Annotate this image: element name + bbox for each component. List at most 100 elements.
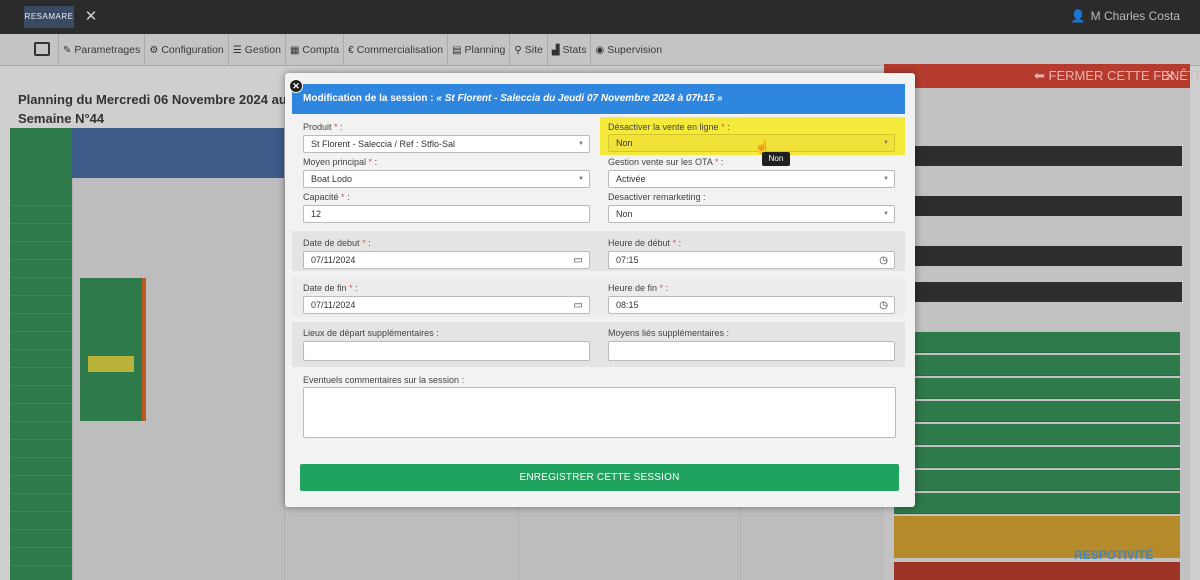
save-session-button[interactable]: ENREGISTRER CETTE SESSION xyxy=(300,464,899,491)
monitor-icon[interactable] xyxy=(34,42,50,56)
arrow-left-icon: ⬅ xyxy=(1034,68,1049,83)
time-slot xyxy=(10,476,72,494)
calendar-icon: ▭ xyxy=(573,255,583,266)
user-menu[interactable]: 👤 M Charles Costa xyxy=(1071,9,1180,23)
top-bar: RESAMARE ✕ 👤 M Charles Costa xyxy=(0,0,1200,34)
nav-item-parametrages[interactable]: ✎ Parametrages xyxy=(58,34,144,66)
planning-title: Planning du Mercredi 06 Novembre 2024 au… xyxy=(18,90,288,128)
time-slot xyxy=(10,296,72,314)
nav-item-label: Configuration xyxy=(161,44,224,56)
panel-action-button[interactable] xyxy=(894,447,1180,468)
time-slot xyxy=(10,440,72,458)
wrench-icon: ✎ xyxy=(63,44,72,56)
time-slot xyxy=(10,548,72,566)
nav-item-label: Stats xyxy=(562,44,587,56)
commentaires-textarea[interactable] xyxy=(303,387,896,438)
panel-action-button[interactable] xyxy=(894,332,1180,353)
panel-action-button[interactable] xyxy=(894,493,1180,514)
ota-label: Gestion vente sur les OTA * : xyxy=(608,157,724,167)
nav-item-label: Supervision xyxy=(607,44,663,56)
calculator-icon: ▦ xyxy=(289,44,300,56)
nav-item-label: Commercialisation xyxy=(356,44,444,56)
disable-online-sale-select[interactable]: Non ▼ xyxy=(608,134,895,152)
lieux-depart-label: Lieux de départ supplémentaires : xyxy=(303,328,439,338)
modal-title-session: « St Florent - Saleccia du Jeudi 07 Nove… xyxy=(436,93,723,104)
time-slot xyxy=(10,404,72,422)
lieux-depart-input[interactable] xyxy=(303,341,590,361)
eye-icon: ◉ xyxy=(595,44,605,56)
calendar-icon: ▭ xyxy=(573,300,583,311)
list-icon: ☰ xyxy=(232,44,242,56)
moyens-lies-label: Moyens liés supplémentaires : xyxy=(608,328,730,338)
time-slot xyxy=(10,350,72,368)
nav-item-planning[interactable]: ▤ Planning xyxy=(447,34,509,66)
cancel-session-button[interactable] xyxy=(894,562,1180,580)
panel-action-button[interactable] xyxy=(894,355,1180,376)
nav-item-label: Parametrages xyxy=(74,44,141,56)
time-slot xyxy=(10,368,72,386)
panel-section-header xyxy=(912,282,1182,302)
time-slot xyxy=(10,260,72,278)
moyens-lies-input[interactable] xyxy=(608,341,895,361)
capacite-input[interactable]: 12 xyxy=(303,205,590,223)
brand-watermark: RESPOTIVITÉ xyxy=(1074,548,1154,562)
panel-action-button[interactable] xyxy=(894,401,1180,422)
session-block[interactable] xyxy=(80,278,146,421)
nav-item-label: Site xyxy=(524,44,543,56)
ota-select[interactable]: Activée ▼ xyxy=(608,170,895,188)
time-slot xyxy=(10,386,72,404)
chart-icon: ▟ xyxy=(551,44,560,56)
grid-column xyxy=(72,178,73,580)
nav-item-configuration[interactable]: ⚙ Configuration xyxy=(144,34,227,66)
heure-debut-input[interactable]: 07:15 ◷ xyxy=(608,251,895,269)
produit-select[interactable]: St Florent - Saleccia / Ref : Stflo-Sal ▼ xyxy=(303,135,590,153)
time-slot xyxy=(10,206,72,224)
date-debut-label: Date de debut * : xyxy=(303,238,371,248)
planning-range: Planning du Mercredi 06 Novembre 2024 au… xyxy=(18,92,288,107)
commentaires-label: Eventuels commentaires sur la session : xyxy=(303,375,465,385)
panel-section-header xyxy=(912,146,1182,166)
week-number: Semaine N°44 xyxy=(18,111,105,126)
time-slot xyxy=(10,242,72,260)
time-slot xyxy=(10,332,72,350)
remarketing-select[interactable]: Non ▼ xyxy=(608,205,895,223)
grid-corner xyxy=(10,128,72,188)
grid-day-header xyxy=(72,128,284,178)
gears-icon: ⚙ xyxy=(149,44,159,56)
nav-item-stats[interactable]: ▟ Stats xyxy=(546,34,591,66)
panel-section-header xyxy=(912,246,1182,266)
date-debut-input[interactable]: 07/11/2024 ▭ xyxy=(303,251,590,269)
nav-item-gestion[interactable]: ☰ Gestion xyxy=(227,34,285,66)
panel-action-button[interactable] xyxy=(894,470,1180,491)
panel-section-header xyxy=(912,196,1182,216)
calendar-icon: ▤ xyxy=(452,44,462,56)
heure-fin-input[interactable]: 08:15 ◷ xyxy=(608,296,895,314)
close-window-button[interactable]: ⬅ FERMER CETTE FENÊTRE ✕ xyxy=(884,64,1200,88)
user-name: M Charles Costa xyxy=(1090,9,1180,23)
panel-action-button[interactable] xyxy=(894,424,1180,445)
date-fin-input[interactable]: 07/11/2024 ▭ xyxy=(303,296,590,314)
fullscreen-icon[interactable]: ✕ xyxy=(82,8,100,26)
sitemap-icon: ⚲ xyxy=(514,44,522,56)
moyen-principal-label: Moyen principal * : xyxy=(303,157,378,167)
moyen-principal-select[interactable]: Boat Lodo ▼ xyxy=(303,170,590,188)
time-slot xyxy=(10,458,72,476)
close-icon[interactable]: ✕ xyxy=(289,79,303,93)
time-slot xyxy=(10,422,72,440)
time-slot xyxy=(10,188,72,206)
nav-item-commercialisation[interactable]: € Commercialisation xyxy=(343,34,447,66)
modal-title: Modification de la session : « St Floren… xyxy=(292,84,905,114)
session-detail-panel: ⬅ FERMER CETTE FENÊTRE ✕ RESPOTIVITÉ xyxy=(884,64,1200,580)
session-tag xyxy=(88,356,134,372)
nav-item-compta[interactable]: ▦ Compta xyxy=(284,34,343,66)
close-icon: ✕ xyxy=(1164,68,1176,84)
app-logo[interactable]: RESAMARE xyxy=(24,6,74,28)
nav-item-supervision[interactable]: ◉ Supervision xyxy=(590,34,666,66)
nav-items: ✎ Parametrages ⚙ Configuration ☰ Gestion ▦ Comp… xyxy=(58,34,666,66)
edit-session-modal: ✕ Modification de la session : « St Flor… xyxy=(285,73,915,507)
time-slot xyxy=(10,314,72,332)
nav-item-site[interactable]: ⚲ Site xyxy=(509,34,546,66)
panel-action-button[interactable] xyxy=(894,378,1180,399)
clock-icon: ◷ xyxy=(879,255,888,266)
time-slot xyxy=(10,278,72,296)
